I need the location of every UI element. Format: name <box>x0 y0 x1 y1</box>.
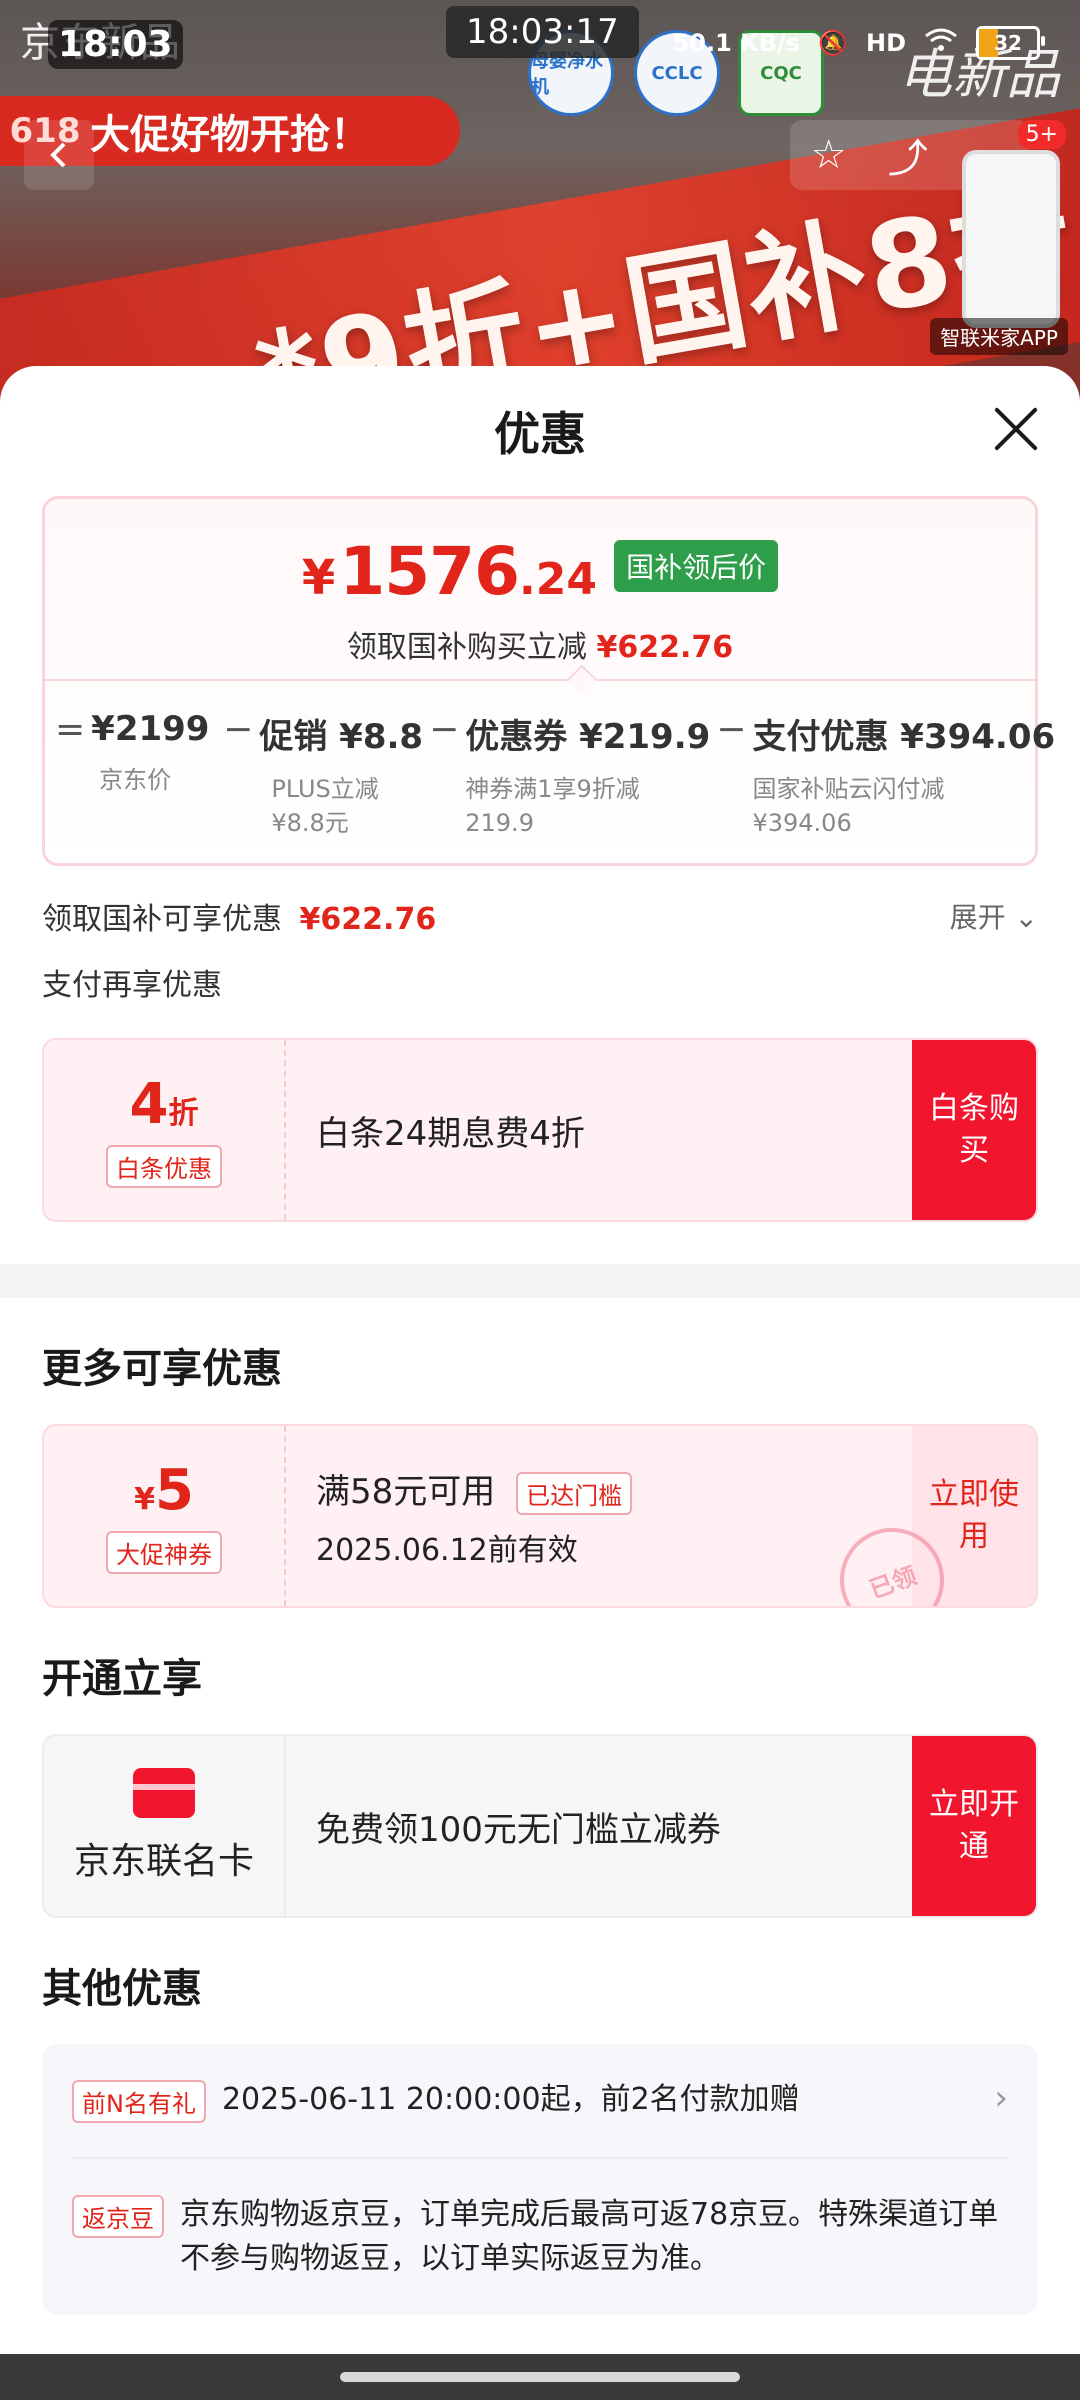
other-offers-list: 前N名有礼 2025-06-11 20:00:00起，前2名付款加赠 › 返京豆… <box>42 2044 1038 2315</box>
pay-more-label: 支付再享优惠 <box>42 968 222 1003</box>
expand-button[interactable]: 展开 ⌄ <box>950 896 1038 936</box>
close-icon[interactable] <box>990 404 1040 454</box>
status-bar: 18:03 18:03:17 50.1 KB/s 🔕 HD 32 <box>0 0 1080 80</box>
chevron-down-icon: ⌄ <box>1014 901 1038 934</box>
promo-618-text: 大促好物开抢！ <box>90 112 370 158</box>
gov-subsidy-amount: ¥622.76 <box>299 902 437 937</box>
credit-card-icon <box>133 1768 195 1818</box>
back-button[interactable] <box>24 120 94 190</box>
back-arrow-icon <box>50 142 66 168</box>
phone-thumbnail <box>962 150 1060 328</box>
breakdown-coupon: 优惠券 ¥219.9 神券满1享9折减 219.9 <box>465 717 711 837</box>
status-clock-overlay: 18:03:17 <box>446 6 639 58</box>
final-price: ¥ 1576 .24 <box>301 533 597 610</box>
star-icon[interactable]: ☆ <box>811 132 847 178</box>
discount-sheet: 优惠 ¥ 1576 .24 国补领后价 领取国补购买立减 ¥622.76 = ¥… <box>0 366 1080 2400</box>
status-time: 18:03 <box>48 20 183 69</box>
battery-icon: 32 <box>976 26 1045 60</box>
home-indicator[interactable] <box>340 2372 740 2382</box>
offer-text: 2025-06-11 20:00:00起，前2名付款加赠 <box>221 2082 800 2117</box>
offer-tag: 前N名有礼 <box>72 2080 206 2123</box>
list-item: 返京豆 京东购物返京豆，订单完成后最高可返78京豆。特殊渠道订单不参与购物返豆，… <box>72 2157 1008 2315</box>
coupon-tag: 大促神券 <box>106 1531 222 1574</box>
divider <box>45 679 1035 681</box>
coupon-yen: ¥ <box>134 1482 155 1517</box>
app-badge: 智联米家APP <box>930 318 1068 355</box>
section-gap <box>0 1264 1080 1298</box>
baitiao-tag: 白条优惠 <box>106 1145 222 1188</box>
open-enjoy-title: 开通立享 <box>42 1656 202 1702</box>
op-minus-1: − <box>223 709 254 750</box>
price-saving: ¥622.76 <box>596 630 734 665</box>
op-minus-2: − <box>429 709 460 750</box>
price-summary-card: ¥ 1576 .24 国补领后价 领取国补购买立减 ¥622.76 = ¥219… <box>42 496 1055 866</box>
coupon-value: ¥5 大促神券 <box>44 1426 286 1606</box>
baitiao-text: 白条24期息费4折 <box>316 1113 585 1154</box>
offer-text: 京东购物返京豆，订单完成后最高可返78京豆。特殊渠道订单不参与购物返豆，以订单实… <box>180 2197 999 2276</box>
coupon-condition: 满58元可用 <box>316 1471 496 1512</box>
coupon-amount: 5 <box>154 1458 194 1523</box>
share-icon[interactable]: ⤴ <box>888 126 928 184</box>
threshold-badge: 已达门槛 <box>516 1471 633 1515</box>
gov-price-tag: 国补领后价 <box>614 539 779 592</box>
net-speed: 50.1 KB/s <box>672 29 801 57</box>
other-offers-title: 其他优惠 <box>42 1966 202 2012</box>
sheet-title: 优惠 <box>494 407 586 461</box>
op-minus-3: − <box>716 709 747 750</box>
gov-subsidy-row: 领取国补可享优惠 ¥622.76 展开 ⌄ <box>42 894 1038 938</box>
cart-count-badge: 5+ <box>1017 120 1066 149</box>
jd-card-text: 免费领100元无门槛立减券 <box>316 1809 721 1850</box>
coupon-card: ¥5 大促神券 满58元可用 已达门槛 2025.06.12前有效 立即使用 已… <box>42 1424 1038 1608</box>
caret-icon <box>566 664 598 696</box>
baitiao-card: 4折 白条优惠 白条24期息费4折 白条购买 <box>42 1038 1038 1222</box>
mute-icon: 🔕 <box>818 29 848 57</box>
sheet-header: 优惠 <box>0 366 1080 496</box>
jd-card-offer: 京东联名卡 免费领100元无门槛立减券 立即开通 <box>42 1734 1038 1918</box>
chevron-right-icon: › <box>994 2078 1008 2118</box>
baitiao-discount-unit: 折 <box>168 1096 199 1131</box>
battery-level: 32 <box>994 31 1022 55</box>
op-equals: = <box>55 709 86 750</box>
baitiao-discount: 4折 白条优惠 <box>44 1040 286 1220</box>
jd-card-label: 京东联名卡 <box>73 1841 254 1882</box>
coupon-validity: 2025.06.12前有效 <box>316 1532 578 1568</box>
open-card-button[interactable]: 立即开通 <box>912 1736 1036 1916</box>
offer-tag: 返京豆 <box>72 2195 164 2238</box>
breakdown-jd-price: ¥2199 京东价 <box>91 709 210 794</box>
gesture-bar <box>0 2354 1080 2400</box>
baitiao-buy-button[interactable]: 白条购买 <box>912 1040 1036 1220</box>
price-subtitle: 领取国补购买立减 ¥622.76 <box>346 630 734 665</box>
wifi-icon <box>924 27 958 59</box>
jd-card-brand: 京东联名卡 <box>44 1736 286 1916</box>
list-item[interactable]: 前N名有礼 2025-06-11 20:00:00起，前2名付款加赠 › <box>72 2044 1008 2157</box>
network-type: HD <box>865 29 906 57</box>
breakdown-promo: 促销 ¥8.8 PLUS立减 ¥8.8元 <box>259 717 424 837</box>
baitiao-discount-num: 4 <box>129 1072 169 1137</box>
status-icons: 50.1 KB/s 🔕 HD 32 <box>672 26 1045 60</box>
breakdown-payment: 支付优惠 ¥394.06 国家补贴云闪付减 ¥394.06 <box>752 717 1056 837</box>
gov-subsidy-label: 领取国补可享优惠 <box>42 902 282 937</box>
more-offers-title: 更多可享优惠 <box>42 1346 282 1392</box>
price-breakdown: = ¥2199 京东价 − 促销 ¥8.8 PLUS立减 ¥8.8元 − 优惠券… <box>45 709 1055 840</box>
